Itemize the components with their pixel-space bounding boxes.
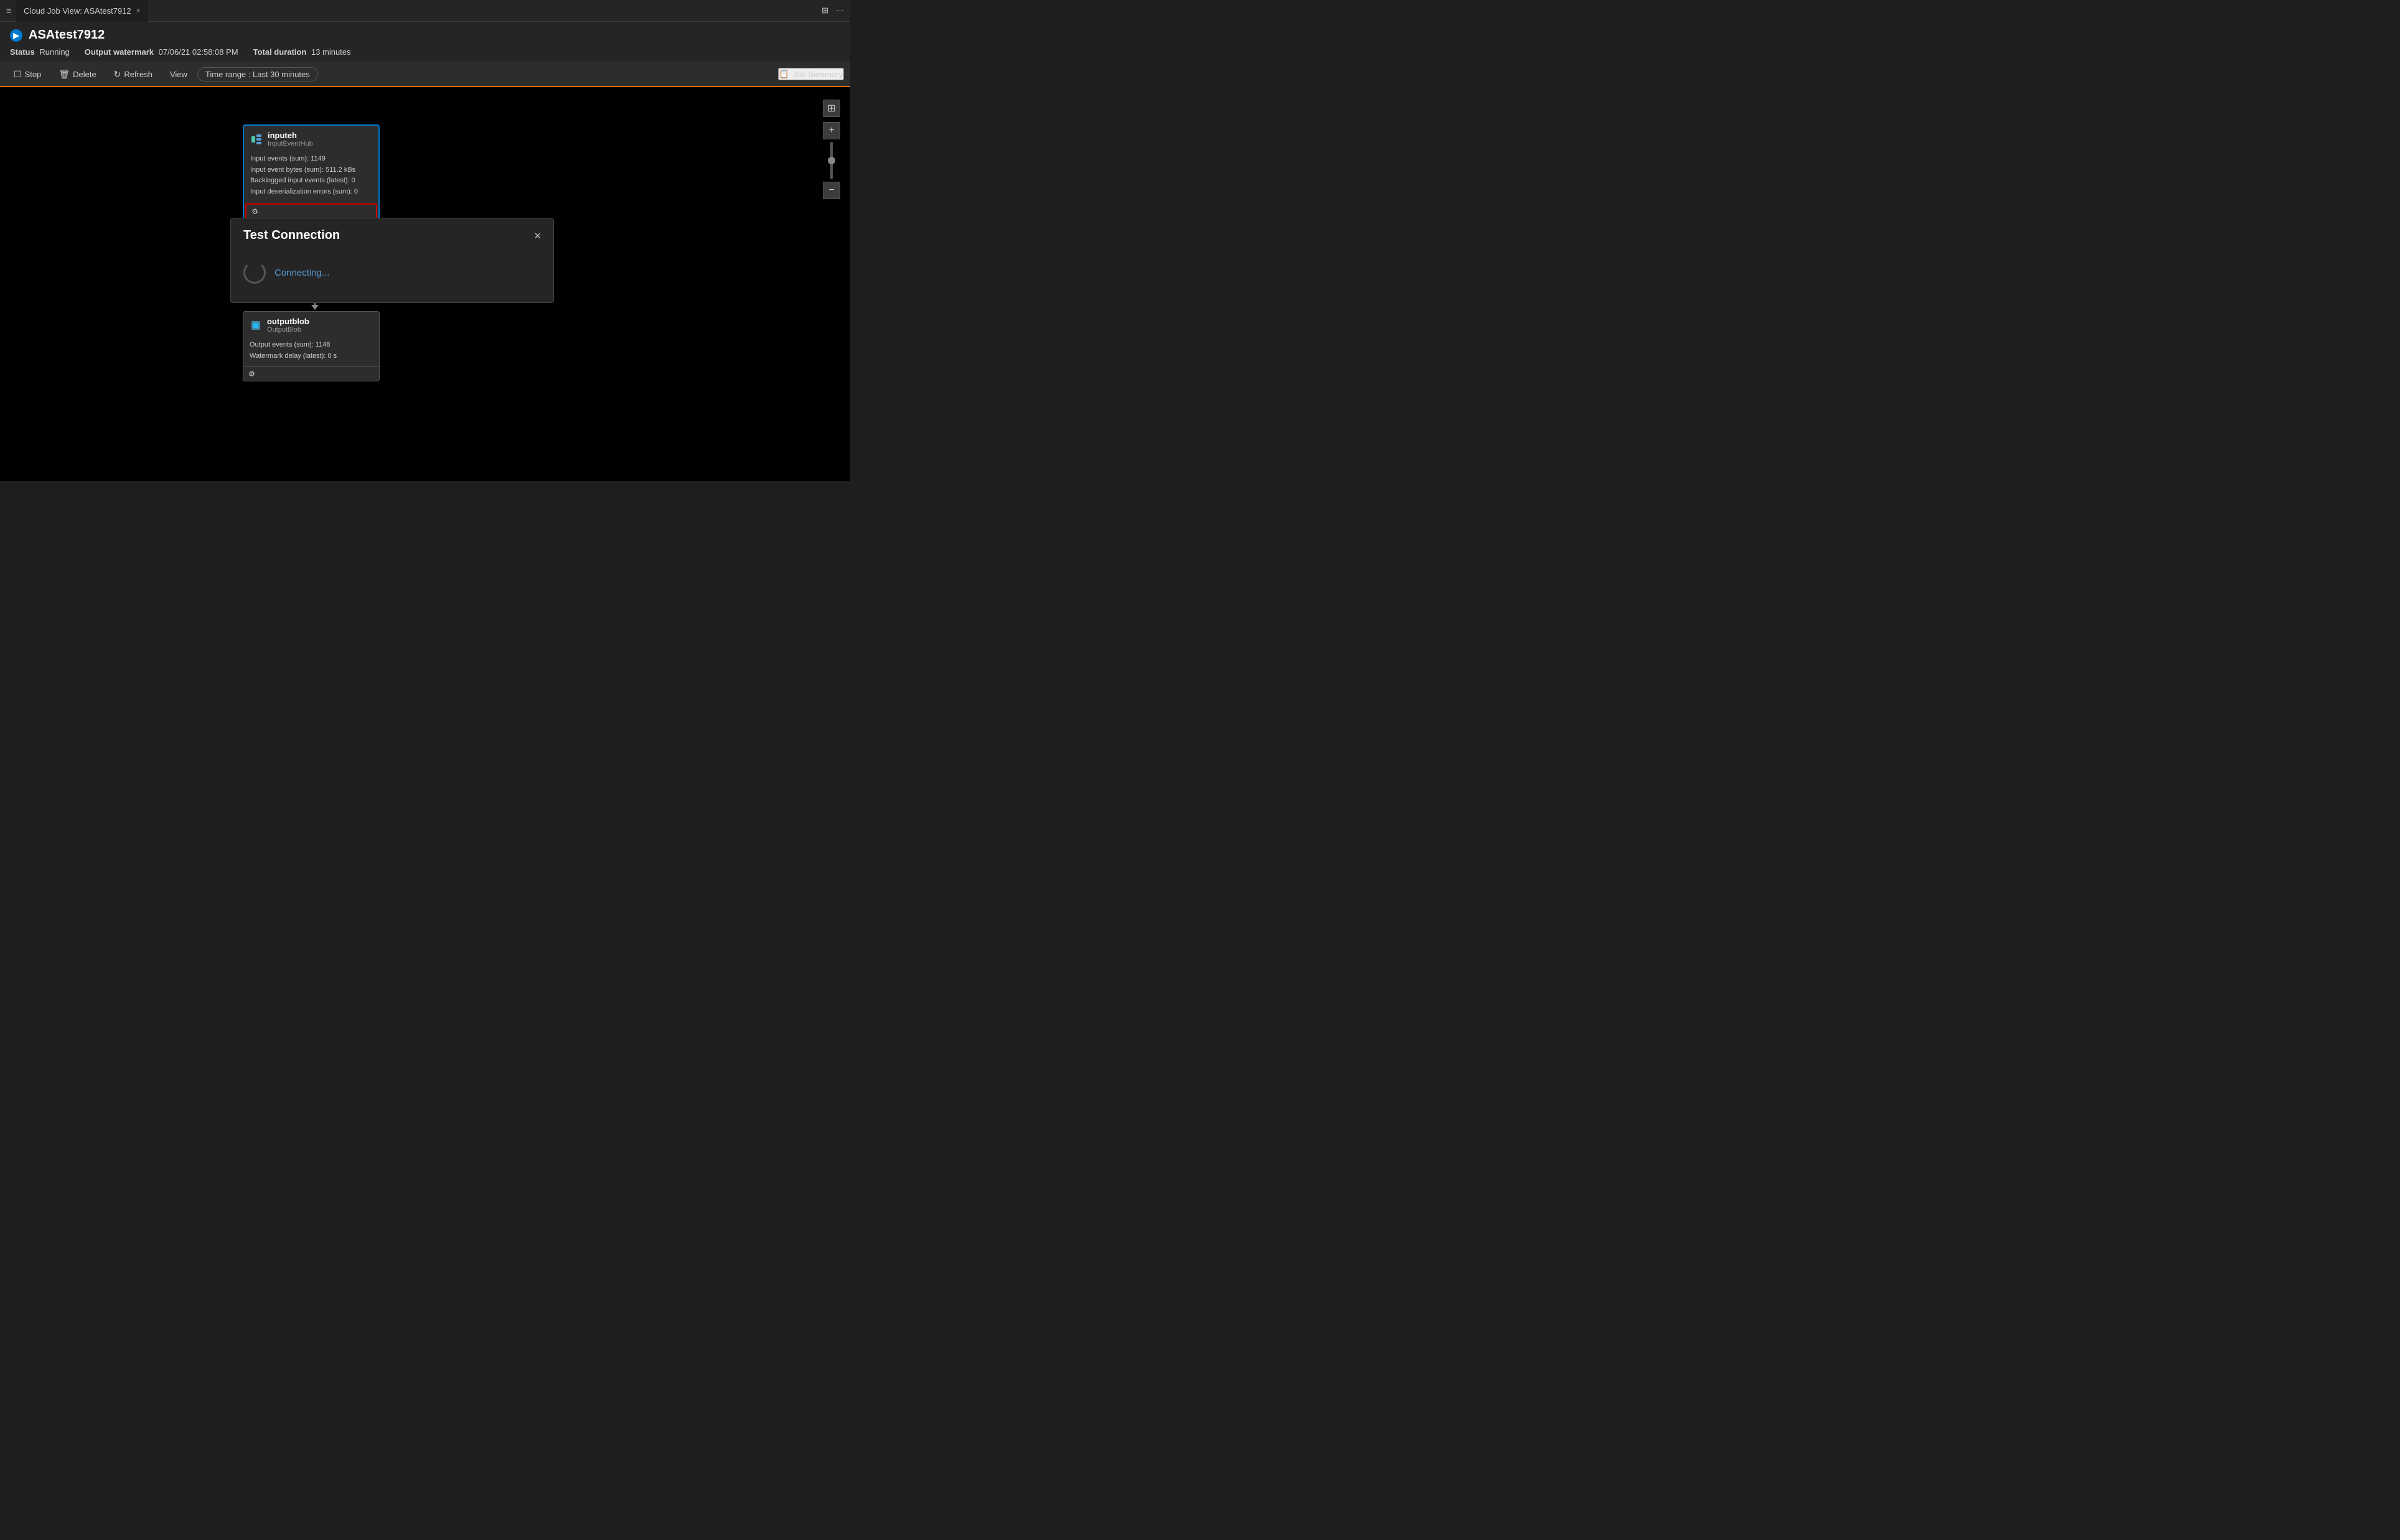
time-range-button[interactable]: Time range : Last 30 minutes <box>197 67 318 82</box>
output-node-name: outputblob <box>267 317 309 326</box>
window-controls: ⊞ ··· <box>822 6 844 16</box>
more-icon[interactable]: ··· <box>836 6 844 16</box>
watermark-label: Output watermark <box>85 47 154 57</box>
zoom-out-button[interactable]: − <box>823 182 840 199</box>
time-range-label: Time range : Last 30 minutes <box>205 70 310 79</box>
duration-value: 13 minutes <box>311 47 351 57</box>
job-header: ▶ ASAtest7912 Status Running Output wate… <box>0 22 850 62</box>
input-metric-3: Input deserialization errors (sum): 0 <box>250 187 372 198</box>
zoom-slider-thumb <box>828 157 835 164</box>
dialog-body: Connecting... <box>231 249 553 302</box>
duration-label: Total duration <box>253 47 307 57</box>
stop-icon: ☐ <box>14 69 22 80</box>
output-node-footer[interactable]: ⚙ <box>243 366 379 381</box>
tab-close-icon[interactable]: × <box>136 6 141 15</box>
view-label: View <box>170 70 187 79</box>
connecting-text: Connecting... <box>274 268 329 278</box>
input-node-type: InputEventHub <box>268 140 313 147</box>
job-status-icon: ▶ <box>10 29 22 42</box>
refresh-button[interactable]: ↻ Refresh <box>106 67 160 82</box>
title-bar: ≡ Cloud Job View: ASAtest7912 × ⊞ ··· <box>0 0 850 22</box>
job-summary-icon: 📋 <box>779 69 789 79</box>
test-connection-dialog: Test Connection × Connecting... <box>230 218 554 303</box>
delete-icon: 🗑 <box>59 69 70 80</box>
input-node-metrics: Input events (sum): 1149 Input event byt… <box>244 152 378 202</box>
view-button[interactable]: View <box>162 67 195 82</box>
connecting-spinner <box>243 261 266 284</box>
dialog-title: Test Connection <box>243 228 340 243</box>
tab-label: Cloud Job View: ASAtest7912 <box>24 6 131 16</box>
input-metric-2: Backlogged input events (latest): 0 <box>250 175 372 187</box>
output-node-type: OutputBlob <box>267 326 309 334</box>
output-node: outputblob OutputBlob Output events (sum… <box>243 311 380 381</box>
watermark-value: 07/06/21 02:58:08 PM <box>159 47 238 57</box>
input-node-header: inputeh InputEventHub <box>244 126 378 152</box>
delete-label: Delete <box>73 70 96 79</box>
refresh-icon: ↻ <box>114 69 121 80</box>
dialog-header: Test Connection × <box>231 218 553 249</box>
output-metric-1: Watermark delay (latest): 0 s <box>250 351 373 362</box>
zoom-slider[interactable] <box>830 142 833 179</box>
tab[interactable]: Cloud Job View: ASAtest7912 × <box>16 0 148 22</box>
arrow-head <box>311 305 319 310</box>
layout-icon[interactable]: ⊞ <box>822 6 828 16</box>
zoom-fit-button[interactable]: ⊞ <box>823 100 840 117</box>
input-node-icon <box>250 133 263 146</box>
menu-icon[interactable]: ≡ <box>6 6 11 16</box>
zoom-controls: ⊞ + − <box>823 100 840 199</box>
stop-label: Stop <box>25 70 42 79</box>
status-value: Running <box>39 47 69 57</box>
job-meta: Status Running Output watermark 07/06/21… <box>10 47 840 62</box>
output-metric-0: Output events (sum): 1148 <box>250 340 373 351</box>
output-node-metrics: Output events (sum): 1148 Watermark dela… <box>243 338 379 366</box>
canvas-area: ⊞ + − inputeh InputEventHub Input even <box>0 87 850 481</box>
input-node-name: inputeh <box>268 131 313 140</box>
zoom-in-button[interactable]: + <box>823 122 840 139</box>
delete-button[interactable]: 🗑 Delete <box>51 67 103 82</box>
output-connection-icon: ⚙ <box>246 368 258 380</box>
output-node-header: outputblob OutputBlob <box>243 312 379 338</box>
input-metric-0: Input events (sum): 1149 <box>250 154 372 165</box>
job-name: ASAtest7912 <box>29 28 105 42</box>
refresh-label: Refresh <box>124 70 152 79</box>
input-metric-1: Input event bytes (sum): 511.2 kBs <box>250 165 372 176</box>
dialog-close-button[interactable]: × <box>534 230 541 241</box>
job-summary-button[interactable]: 📋 Job Summary <box>778 68 844 80</box>
stop-button[interactable]: ☐ Stop <box>6 67 49 82</box>
job-summary-label: Job Summary <box>793 70 843 79</box>
input-node: inputeh InputEventHub Input events (sum)… <box>243 124 380 222</box>
toolbar: ☐ Stop 🗑 Delete ↻ Refresh View Time rang… <box>0 62 850 87</box>
output-node-icon <box>250 319 262 332</box>
status-label: Status <box>10 47 35 57</box>
input-connection-icon: ⚙ <box>250 207 261 218</box>
